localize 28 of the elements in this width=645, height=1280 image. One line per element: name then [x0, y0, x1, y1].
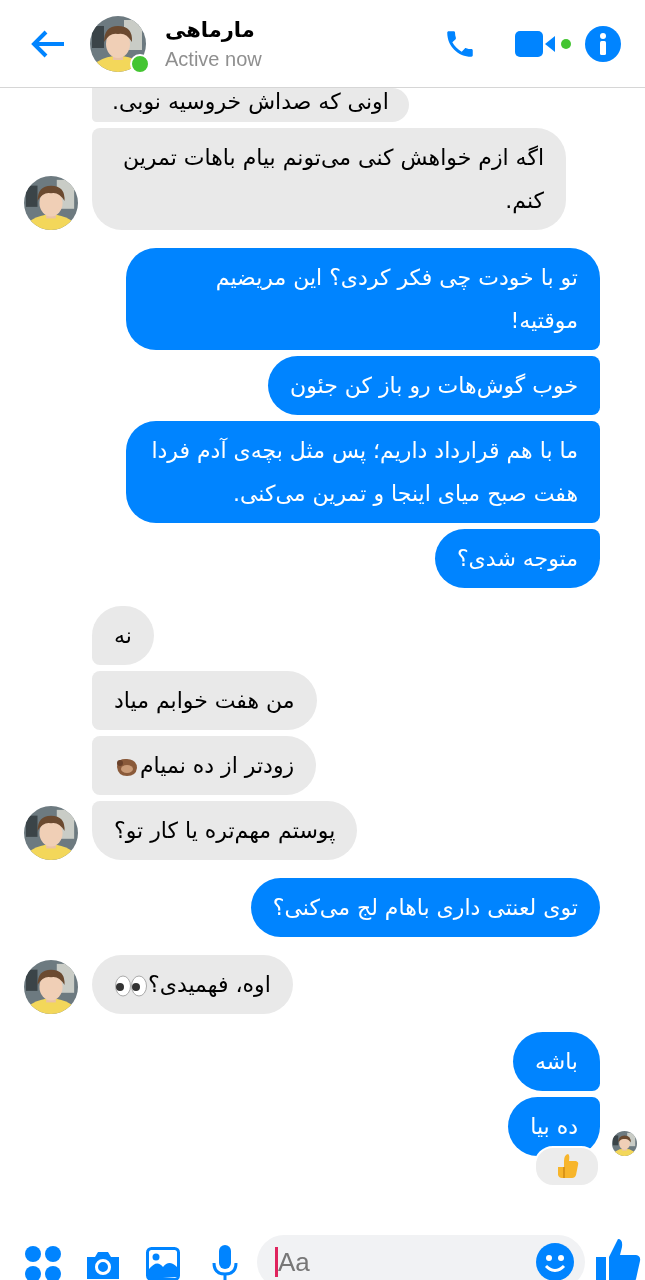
- text-cursor: [275, 1247, 278, 1277]
- back-icon[interactable]: [30, 28, 66, 59]
- message-bubble: ده بیا: [508, 1097, 600, 1156]
- status-text: Active now: [165, 48, 262, 71]
- message-bubble: زودتر از ده نمیام: [92, 736, 317, 795]
- message-bubble: متوجه شدی؟: [434, 529, 600, 588]
- message-bubble: من هفت خوابم میاد: [92, 671, 317, 730]
- message-bubble: نه: [92, 606, 154, 665]
- grid-icon[interactable]: [24, 1245, 62, 1280]
- smiley-icon[interactable]: [535, 1242, 575, 1280]
- video-camera-icon[interactable]: [515, 28, 571, 59]
- eyes-icon: [114, 974, 148, 998]
- message-bubble: پوستم مهم‌تره یا کار تو؟: [92, 801, 358, 860]
- image-icon[interactable]: [146, 1247, 180, 1280]
- contact-name: مارماهی: [165, 17, 255, 44]
- message-bubble: ما با هم قرارداد داریم؛ پس مثل بچه‌ی آدم فردا هفت صبح میای اینجا و تمرین می‌کنی.: [126, 421, 600, 523]
- camera-icon[interactable]: [85, 1249, 121, 1280]
- reaction-badge[interactable]: [534, 1146, 600, 1187]
- message-bubble: باشه: [512, 1032, 600, 1091]
- message-bubble: توی لعنتی داری باهام لج می‌کنی؟: [250, 878, 600, 937]
- message-bubble: خوب گوش‌هات رو باز کن جئون: [267, 356, 600, 415]
- microphone-icon[interactable]: [211, 1245, 239, 1280]
- message-bubble: اوه، فهمیدی؟: [92, 955, 293, 1014]
- info-icon[interactable]: [585, 25, 621, 62]
- message-field[interactable]: Aa: [257, 1235, 585, 1280]
- message-bubble: اونی که صداش خروسیه نوبی.: [92, 88, 409, 122]
- message-bubble: اگه ازم خواهش کنی می‌تونم بیام باهات تمرین کنم.: [92, 128, 566, 230]
- message-bubble: تو با خودت چی فکر کردی؟ این مریضیم موقتیه!: [126, 248, 600, 350]
